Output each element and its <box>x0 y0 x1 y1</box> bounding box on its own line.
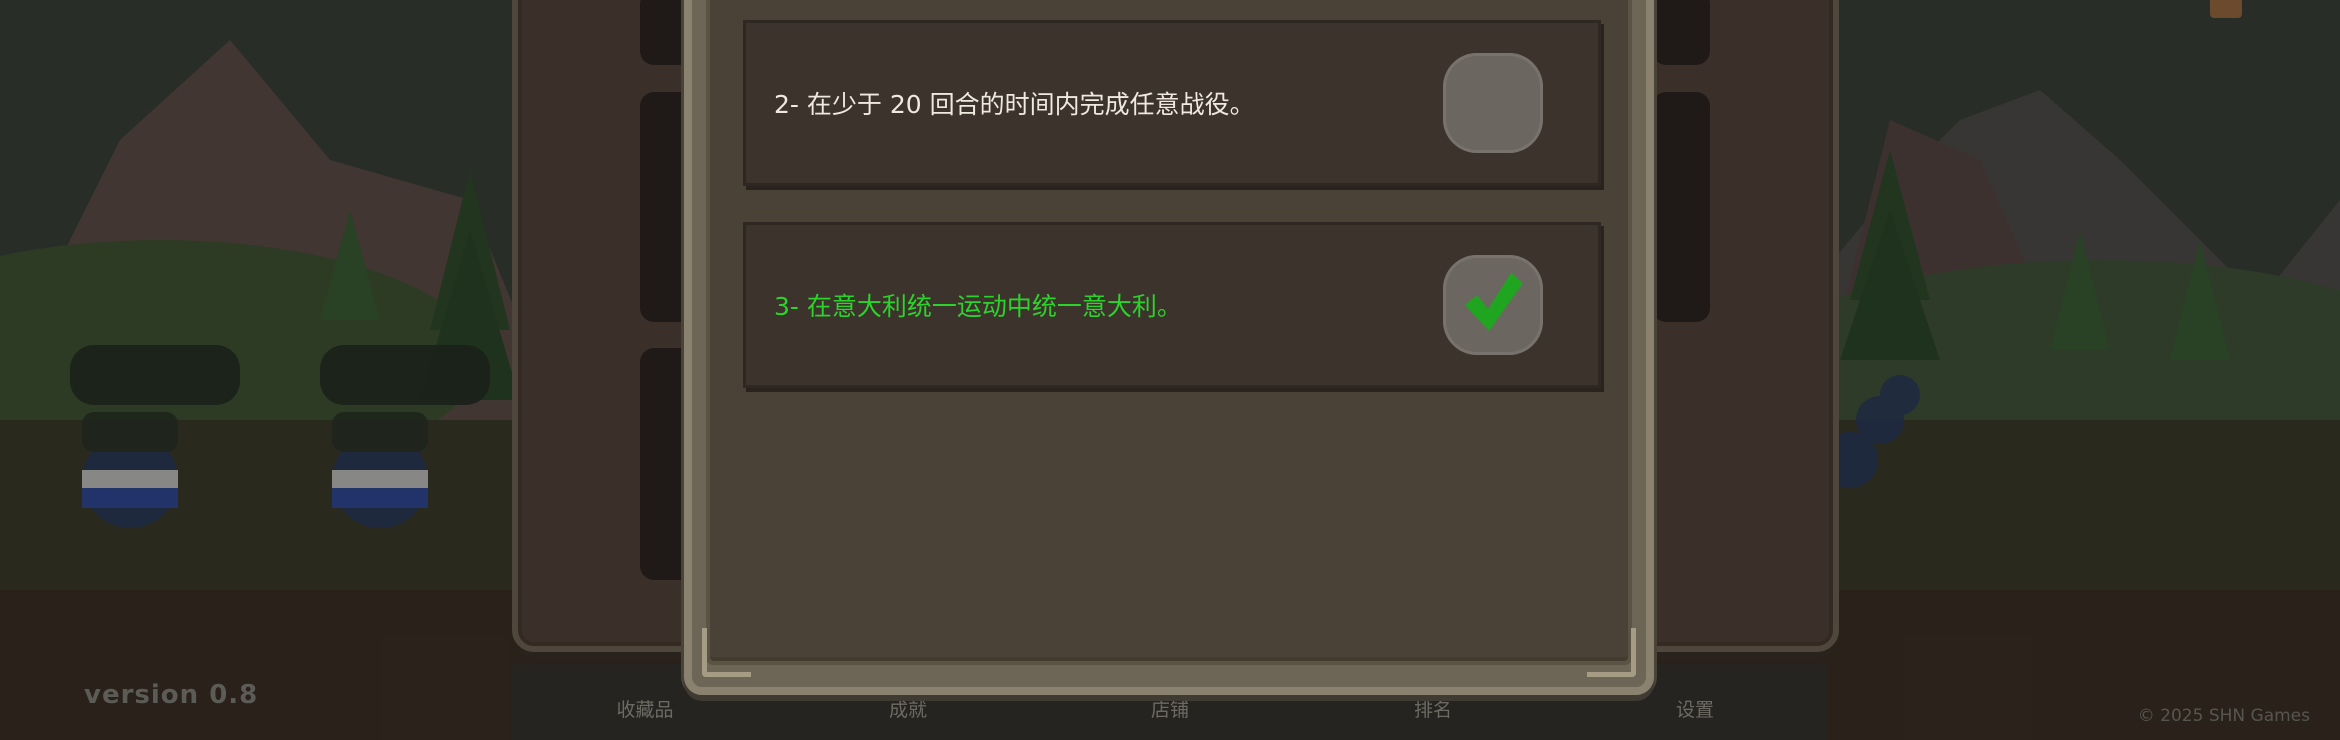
nav-settings[interactable]: 设置 <box>1615 695 1775 722</box>
task-checkbox <box>1443 255 1543 355</box>
task-checkbox <box>1443 53 1543 153</box>
corner-badge-icon <box>2210 0 2242 18</box>
check-icon <box>1465 273 1523 331</box>
modal-corner-ornament <box>1587 628 1636 677</box>
nav-ranking[interactable]: 排名 <box>1353 695 1513 722</box>
nav-shop[interactable]: 店铺 <box>1090 695 1250 722</box>
copyright-label: © 2025 SHN Games <box>2137 706 2310 726</box>
modal-corner-ornament <box>702 628 751 677</box>
panel-slot <box>1652 92 1710 322</box>
task-row: 3- 在意大利统一运动中统一意大利。 <box>743 222 1601 388</box>
panel-slot <box>1652 0 1710 65</box>
nav-achievements[interactable]: 成就 <box>828 695 988 722</box>
nav-collectibles[interactable]: 收藏品 <box>565 695 725 722</box>
task-label: 3- 在意大利统一运动中统一意大利。 <box>774 292 1182 321</box>
version-label: version 0.8 <box>84 680 259 710</box>
task-label: 2- 在少于 20 回合的时间内完成任意战役。 <box>774 90 1255 119</box>
task-row: 2- 在少于 20 回合的时间内完成任意战役。 <box>743 20 1601 186</box>
